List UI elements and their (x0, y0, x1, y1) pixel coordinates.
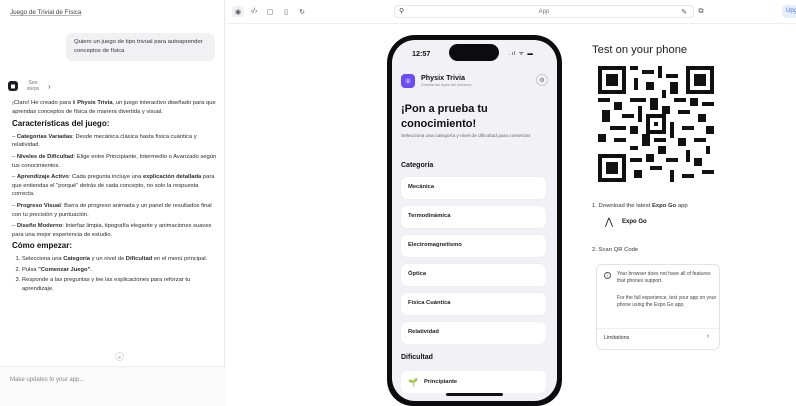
feature-item: – Niveles de Dificultad: Elige entre Pri… (12, 153, 217, 169)
category-item[interactable]: Mecánica (401, 177, 546, 199)
project-title[interactable]: Juego de Trivial de Física (10, 9, 81, 16)
category-item[interactable]: Física Cuántica (401, 293, 546, 315)
dynamic-island (449, 44, 499, 61)
status-bar: 12:57 .ıl ᯤ ▬ (392, 40, 557, 62)
divider (597, 328, 719, 329)
edit-icon[interactable]: ✎ (678, 6, 690, 17)
chevron-right-icon[interactable]: › (707, 333, 709, 340)
see-steps-label: See steps (26, 80, 40, 92)
chevron-right-icon: › (48, 81, 51, 91)
difficulty-label: Principiante (423, 379, 458, 385)
see-steps-toggle[interactable]: ◼ See steps › (8, 80, 51, 92)
desktop-icon[interactable]: ▢ (264, 6, 276, 17)
howto-step: Responde a las preguntas y lee las expli… (22, 276, 218, 293)
howto-step: Pulsa "Comenzar Juego". (22, 266, 218, 275)
category-item[interactable]: Termodinámica (401, 206, 546, 228)
app-header: ⚛ Physix Trivia Domina las leyes del uni… (401, 70, 548, 94)
howto-list: Selecciona una Categoría y un nivel de D… (12, 255, 218, 293)
upgrade-button[interactable]: Upg (782, 5, 796, 18)
feature-item: – Categorías Variadas: Desde mecánica cl… (12, 133, 197, 149)
howto-step: Selecciona una Categoría y un nivel de D… (22, 255, 218, 264)
preview-toolbar: ◉ ‹/› ▢ ▯ ↻ ⚲ App ✎ ⧉ Upg (226, 0, 796, 24)
features-heading: Características del juego: (12, 119, 110, 129)
home-indicator (446, 393, 503, 396)
qr-code-icon (598, 66, 714, 182)
test-panel: Test on your phone 1. Download the lates… (592, 44, 792, 350)
sprout-icon: 🌱 (408, 377, 418, 387)
app-subtitle: Domina las leyes del universo (421, 83, 472, 87)
category-heading: Categoría (401, 162, 434, 169)
user-message: Quiero un juego de tipo trivual para aut… (66, 33, 215, 61)
url-text: App (538, 9, 550, 15)
feature-item: – Diseño Moderno: Interfaz limpia, tipog… (12, 223, 212, 238)
assistant-answer: ¡Claro! He creado para ti Physix Trivia,… (12, 99, 218, 295)
hero-title: ¡Pon a prueba tu conocimiento! (401, 103, 488, 130)
chat-pane: Juego de Trivial de Física Quiero un jue… (0, 0, 225, 406)
eye-icon[interactable]: ◉ (232, 6, 244, 17)
limitations-link[interactable]: Limitations (604, 335, 629, 341)
feature-item: – Progreso Visual: Barra de progreso ani… (12, 202, 212, 218)
atom-logo-icon: ⚛ (401, 74, 415, 88)
status-time: 12:57 (412, 49, 431, 58)
info-text: Your browser does not have all of featur… (617, 271, 711, 284)
prompt-input[interactable]: Make updates to your app... (0, 366, 225, 406)
phone-icon[interactable]: ▯ (280, 6, 292, 17)
assistant-avatar-icon: ◼ (8, 81, 18, 91)
expo-logo-icon: ⋀ (604, 216, 614, 228)
code-icon[interactable]: ‹/› (248, 6, 260, 17)
intro-paragraph: ¡Claro! He creado para ti Physix Trivia,… (12, 100, 216, 115)
view-toggles: ◉ ‹/› ▢ ▯ ↻ (232, 6, 308, 17)
hero-subtitle: Selecciona una categoría y nivel de difi… (401, 134, 531, 139)
difficulty-heading: Dificultad (401, 354, 433, 361)
test-title: Test on your phone (592, 44, 688, 56)
phone-frame: 12:57 .ıl ᯤ ▬ ⚛ Physix Trivia Domina las… (387, 35, 562, 406)
step-scan: 2. Scan QR Code (592, 247, 639, 253)
difficulty-item[interactable]: 🌱 Principiante (401, 371, 546, 393)
url-bar[interactable]: ⚲ App (394, 5, 694, 18)
category-item[interactable]: Óptica (401, 264, 546, 286)
signal-battery-icon: .ıl ᯤ ▬ (509, 51, 534, 57)
category-list: Mecánica Termodinámica Electromagnetismo… (401, 177, 546, 351)
toolbar-actions: ✎ ⧉ (678, 6, 707, 17)
browser-info-box: i Your browser does not have all of feat… (596, 264, 720, 350)
settings-icon[interactable]: ⚙ (536, 74, 548, 86)
info-icon: i (604, 272, 611, 279)
scroll-down-icon[interactable]: ⌄ (115, 352, 124, 361)
app-name: Physix Trivia (421, 73, 465, 82)
phone-screen: 12:57 .ıl ᯤ ▬ ⚛ Physix Trivia Domina las… (392, 40, 557, 401)
info-text: For the full experience, test your app o… (617, 295, 717, 308)
feature-item: – Aprendizaje Activo: Cada pregunta incl… (12, 174, 215, 198)
category-item[interactable]: Electromagnetismo (401, 235, 546, 257)
refresh-icon[interactable]: ↻ (296, 6, 308, 17)
category-item[interactable]: Relatividad (401, 322, 546, 344)
howto-heading: Cómo empezar: (12, 241, 73, 251)
expo-go-label: Expo Go (622, 219, 647, 225)
expo-go-link[interactable]: ⋀ Expo Go (602, 215, 647, 229)
step-download: 1. Download the latest Expo Go app (592, 203, 688, 209)
external-link-icon[interactable]: ⧉ (695, 6, 707, 17)
